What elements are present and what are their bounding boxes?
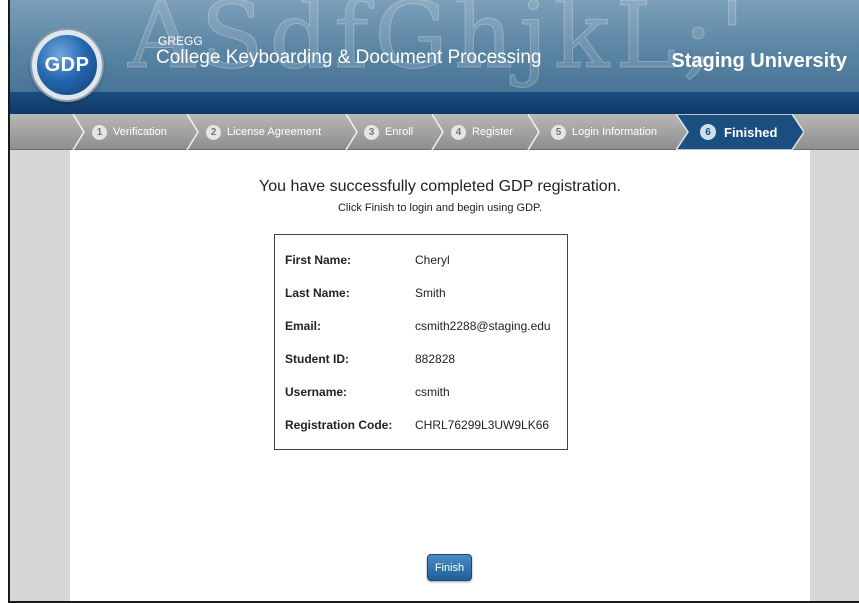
finish-button[interactable]: Finish [427, 554, 472, 581]
step-number: 1 [92, 124, 107, 140]
success-instructions: Click Finish to login and begin using GD… [337, 202, 543, 214]
gdp-logo: GDP [32, 30, 102, 100]
university-name: Staging University [671, 50, 847, 72]
step-register: 4 Register [451, 114, 513, 150]
info-value: csmith2288@staging.edu [415, 318, 551, 333]
brand-title: College Keyboarding & Document Processin… [156, 47, 542, 68]
left-margin [10, 150, 70, 601]
step-label: Verification [113, 126, 167, 138]
keyboard-watermark: ASdfGhjkL;' [128, 0, 751, 90]
step-label: Register [472, 126, 513, 138]
header-banner: ASdfGhjkL;' GDP GREGG College Keyboardin… [10, 0, 859, 114]
step-number: 3 [364, 124, 379, 140]
step-finished-active: 6 Finished [676, 114, 804, 150]
info-label: First Name: [285, 252, 352, 267]
info-label: Username: [285, 384, 348, 399]
chevron-separator-icon [431, 114, 444, 150]
brand-subtitle: GREGG [158, 34, 203, 48]
info-value: 882828 [415, 351, 456, 366]
step-label: Login Information [572, 126, 657, 138]
info-value: Smith [415, 285, 446, 300]
info-row-username: Username: csmith [285, 375, 557, 408]
info-label: Last Name: [285, 285, 350, 300]
logo-text: GDP [44, 53, 90, 76]
step-verification: 1 Verification [92, 114, 167, 150]
chevron-separator-icon [72, 114, 85, 150]
step-number: 6 [700, 124, 716, 140]
info-value: csmith [415, 384, 450, 399]
chevron-separator-icon [345, 114, 358, 150]
app-frame: ASdfGhjkL;' GDP GREGG College Keyboardin… [8, 0, 859, 603]
step-login-information: 5 Login Information [551, 114, 657, 150]
info-value: Cheryl [415, 252, 450, 267]
right-margin [810, 150, 859, 601]
step-number: 2 [206, 124, 221, 140]
info-row-registration-code: Registration Code: CHRL76299L3UW9LK66 [285, 408, 557, 441]
registration-steps: 1 Verification 2 License Agreement 3 Enr… [10, 114, 859, 150]
info-row-email: Email: csmith2288@staging.edu [285, 309, 557, 342]
content-panel: You have successfully completed GDP regi… [70, 150, 810, 601]
info-label: Registration Code: [285, 417, 393, 432]
chevron-separator-icon [527, 114, 540, 150]
step-license-agreement: 2 License Agreement [206, 114, 321, 150]
step-enroll: 3 Enroll [364, 114, 413, 150]
info-row-student-id: Student ID: 882828 [285, 342, 557, 375]
step-number: 4 [451, 124, 466, 140]
info-label: Email: [285, 318, 322, 333]
step-label: Enroll [385, 126, 414, 138]
info-row-last-name: Last Name: Smith [285, 276, 557, 309]
registration-summary: First Name: Cheryl Last Name: Smith Emai… [274, 234, 568, 450]
header-stripe [10, 92, 859, 114]
step-number: 5 [551, 124, 566, 140]
info-value: CHRL76299L3UW9LK66 [415, 417, 550, 432]
chevron-separator-icon [186, 114, 199, 150]
success-headline: You have successfully completed GDP regi… [259, 178, 621, 195]
step-label: License Agreement [227, 126, 322, 138]
info-label: Student ID: [285, 351, 349, 366]
info-row-first-name: First Name: Cheryl [285, 243, 557, 276]
step-label: Finished [724, 124, 778, 140]
